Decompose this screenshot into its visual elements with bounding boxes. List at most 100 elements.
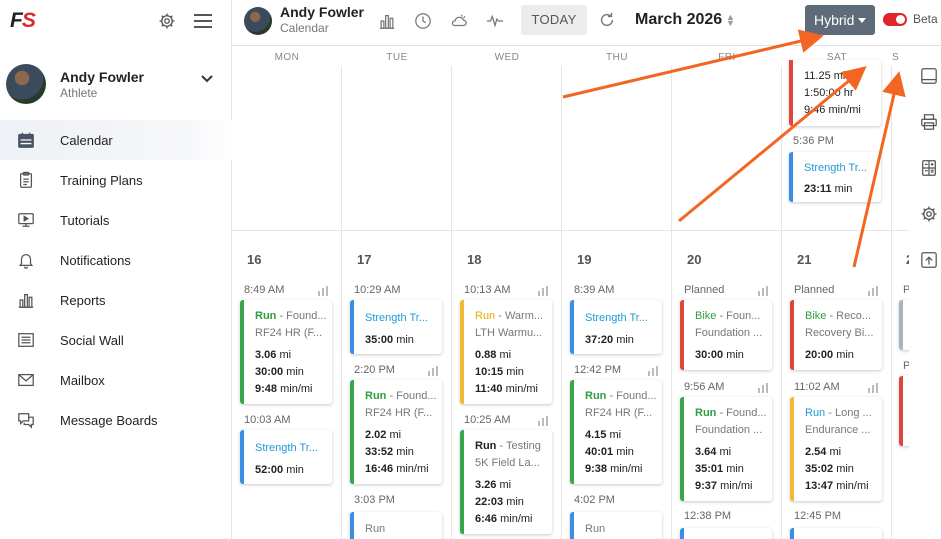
- workout-subtitle: RF24 HR (F...: [365, 407, 433, 419]
- profile-name: Andy Fowler: [60, 69, 145, 85]
- sidebar-nav: Calendar Training Plans Tutorials Notifi…: [0, 120, 232, 440]
- sidebar-item-label: Tutorials: [60, 212, 110, 228]
- day-number[interactable]: 19: [577, 252, 591, 267]
- column-divider: [781, 66, 782, 539]
- sidebar-item-label: Social Wall: [60, 332, 124, 348]
- column-divider: [341, 66, 342, 539]
- workout-card[interactable]: Strength Tr... 23:11 min: [789, 152, 881, 202]
- sidebar-item-calendar[interactable]: Calendar: [0, 120, 232, 160]
- workout-card[interactable]: Run - Long ... Endurance ... 2.54 mi 35:…: [790, 397, 882, 501]
- workout-subtitle: RF24 HR (F...: [585, 407, 653, 419]
- hamburger-menu-icon[interactable]: [194, 14, 212, 28]
- workout-time: 10:25 AM: [464, 414, 511, 426]
- today-button[interactable]: TODAY: [521, 5, 587, 35]
- day-number[interactable]: 17: [357, 252, 371, 267]
- stats-bars-icon[interactable]: [758, 383, 768, 393]
- stats-bars-icon[interactable]: [758, 286, 768, 296]
- workout-card[interactable]: Strength Tr... 35:00 min: [350, 300, 442, 354]
- workout-card[interactable]: [899, 376, 909, 446]
- workout-card[interactable]: [899, 300, 909, 350]
- calculator-icon[interactable]: [920, 159, 938, 177]
- sidebar-item-tutorials[interactable]: Tutorials: [0, 200, 232, 240]
- workout-card[interactable]: Run - Found... RF24 HR (F... 4.15 mi 40:…: [570, 380, 662, 484]
- workout-time: 10:13 AM: [464, 284, 511, 296]
- right-toolbar: [909, 46, 941, 539]
- workout-card[interactable]: [680, 528, 772, 539]
- stats-bars-icon[interactable]: [538, 416, 548, 426]
- beta-label: Beta: [913, 12, 938, 26]
- workout-duration: 1:50:00 hr: [804, 87, 854, 99]
- workout-duration: 23:11 min: [804, 183, 853, 195]
- workout-card[interactable]: Run: [570, 512, 662, 539]
- day-number[interactable]: 18: [467, 252, 481, 267]
- panel-icon[interactable]: [920, 67, 938, 85]
- export-icon[interactable]: [920, 251, 938, 269]
- workout-time: 8:39 AM: [574, 284, 615, 296]
- calendar-icon: [18, 132, 34, 148]
- workout-card[interactable]: 11.25 mi 1:50:00 hr 9:46 min/mi: [789, 60, 881, 126]
- workout-card[interactable]: Run - Found... RF24 HR (F... 3.06 mi 30:…: [240, 300, 332, 404]
- sidebar-item-message-boards[interactable]: Message Boards: [0, 400, 232, 440]
- workout-card[interactable]: Run - Found... RF24 HR (F... 2.02 mi 33:…: [350, 380, 442, 484]
- video-icon: [18, 213, 34, 227]
- day-number[interactable]: 16: [247, 252, 261, 267]
- app-logo[interactable]: FS: [10, 9, 36, 33]
- workout-card[interactable]: Strength Tr... 52:00 min: [240, 430, 332, 484]
- sidebar-item-notifications[interactable]: Notifications: [0, 240, 232, 280]
- workout-subtitle: Recovery Bi...: [805, 327, 874, 339]
- beta-toggle[interactable]: [883, 13, 907, 26]
- stats-bars-icon[interactable]: [868, 383, 878, 393]
- print-icon[interactable]: [920, 113, 938, 131]
- sidebar-item-label: Training Plans: [60, 172, 143, 188]
- profile-role: Athlete: [60, 86, 98, 100]
- workout-subtitle: Foundation ...: [695, 424, 763, 436]
- sidebar-item-mailbox[interactable]: Mailbox: [0, 360, 232, 400]
- workout-subtitle: Foundation ...: [695, 327, 763, 339]
- view-mode-dropdown[interactable]: Hybrid: [805, 5, 875, 35]
- profile-section[interactable]: Andy Fowler Athlete: [0, 58, 232, 114]
- workout-card[interactable]: [790, 528, 882, 539]
- month-selector[interactable]: March 2026: [635, 11, 722, 29]
- workout-card[interactable]: Run - Warm... LTH Warmu... 0.88 mi 10:15…: [460, 300, 552, 404]
- sidebar-item-label: Reports: [60, 292, 106, 308]
- weekday-header: THU: [605, 52, 629, 63]
- workout-card[interactable]: Bike - Reco... Recovery Bi... 20:00 min: [790, 300, 882, 370]
- stats-bars-icon[interactable]: [318, 286, 328, 296]
- chat-icon: [18, 413, 34, 429]
- chevron-down-icon[interactable]: [200, 74, 214, 84]
- gear-icon[interactable]: [158, 12, 176, 30]
- day-number[interactable]: 21: [797, 252, 811, 267]
- stats-bars-icon[interactable]: [428, 366, 438, 376]
- clock-icon[interactable]: [414, 12, 432, 30]
- column-divider: [891, 66, 892, 539]
- sidebar-item-social-wall[interactable]: Social Wall: [0, 320, 232, 360]
- sidebar-item-label: Message Boards: [60, 412, 158, 428]
- workout-card[interactable]: Strength Tr... 37:20 min: [570, 300, 662, 354]
- workout-card[interactable]: Run: [350, 512, 442, 539]
- sort-arrows-icon[interactable]: ▲ ▼: [726, 13, 735, 28]
- avatar[interactable]: [244, 7, 272, 35]
- heart-rate-icon[interactable]: [486, 12, 504, 30]
- stats-bars-icon[interactable]: [868, 286, 878, 296]
- workout-card[interactable]: Bike - Foun... Foundation ... 30:00 min: [680, 300, 772, 370]
- bar-chart-icon[interactable]: [378, 12, 396, 30]
- gear-icon[interactable]: [920, 205, 938, 223]
- weather-icon[interactable]: [450, 12, 468, 30]
- stats-bars-icon[interactable]: [648, 366, 658, 376]
- view-mode-label: Hybrid: [814, 12, 855, 28]
- sidebar-item-training-plans[interactable]: Training Plans: [0, 160, 232, 200]
- week-divider: [232, 230, 909, 231]
- workout-title: Strength Tr...: [255, 442, 318, 454]
- weekday-header: MON: [274, 52, 300, 63]
- workout-card[interactable]: Run - Testing 5K Field La... 3.26 mi 22:…: [460, 430, 552, 534]
- column-divider: [671, 66, 672, 539]
- refresh-icon[interactable]: [598, 11, 616, 29]
- workout-time: 2:20 PM: [354, 364, 395, 376]
- bar-chart-icon: [18, 293, 34, 308]
- workout-card[interactable]: Run - Found... Foundation ... 3.64 mi 35…: [680, 397, 772, 501]
- day-number[interactable]: 20: [687, 252, 701, 267]
- mail-icon: [18, 373, 34, 387]
- stats-bars-icon[interactable]: [538, 286, 548, 296]
- workout-time: 9:56 AM: [684, 381, 725, 393]
- sidebar-item-reports[interactable]: Reports: [0, 280, 232, 320]
